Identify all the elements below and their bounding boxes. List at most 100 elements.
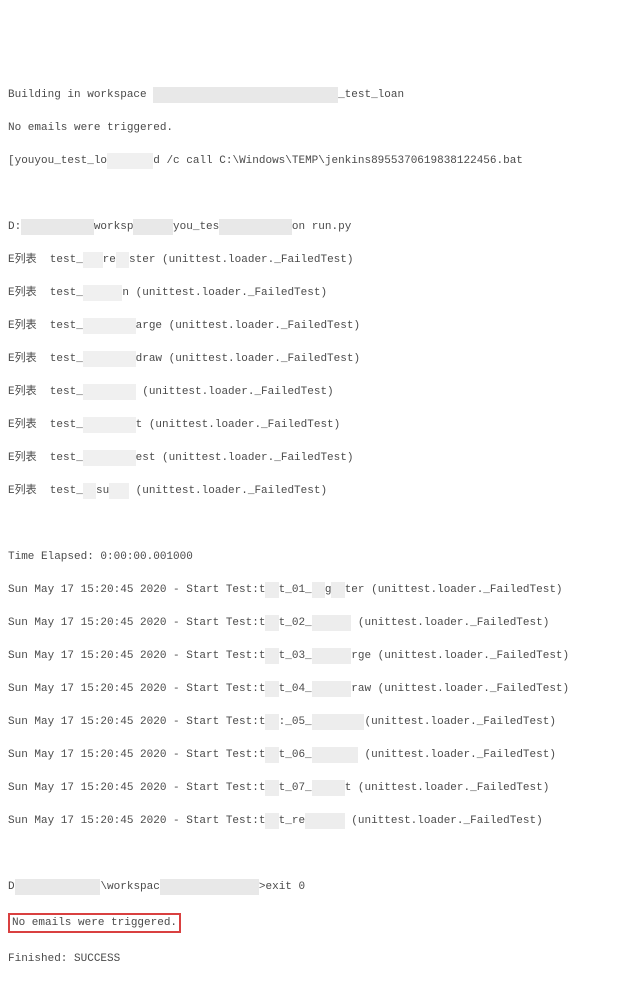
text: Sun May 17 15:20:45 2020 - Start Test:t [8,815,265,827]
text: D [8,881,15,893]
log-line: E列表 test_xxxxxxxxt (unittest.loader._Fai… [8,417,624,434]
text: Finished: SUCCESS [8,953,120,965]
redaction: xxxxxxxxxxxxxxx [160,879,259,896]
log-line: E列表 test_xxxxxxn (unittest.loader._Faile… [8,285,624,302]
redaction: xx [312,582,325,599]
text: E列表 test_ [8,287,83,299]
text: on run.py [292,221,351,233]
text: t_06_ [279,749,312,761]
log-line: Dxxxxxxxxxxxxx\workspacxxxxxxxxxxxxxxx>e… [8,879,624,896]
text: (unittest.loader._FailedTest) [345,815,543,827]
redaction: xx [265,714,278,731]
log-line: E列表 test_xxxrexxster (unittest.loader._F… [8,252,624,269]
log-line: Building in workspace xxxxxxxxxxxxxxxxxx… [8,87,624,104]
redaction: xx [83,483,96,500]
redaction: xxxxxxxx [83,450,136,467]
text: est (unittest.loader._FailedTest) [136,452,354,464]
text: su [96,485,109,497]
redaction: xx [265,747,278,764]
log-line: Sun May 17 15:20:45 2020 - Start Test:tx… [8,582,624,599]
redaction: xxxxxx [83,285,123,302]
text: ster (unittest.loader._FailedTest) [129,254,353,266]
text: Sun May 17 15:20:45 2020 - Start Test:t [8,749,265,761]
log-line: E列表 test_xxxxxxxxest (unittest.loader._F… [8,450,624,467]
text: worksp [94,221,134,233]
text: >exit 0 [259,881,305,893]
text: Sun May 17 15:20:45 2020 - Start Test:t [8,584,265,596]
redaction: xxxxx [312,780,345,797]
text: E列表 test_ [8,386,83,398]
text: E列表 test_ [8,254,83,266]
log-line: No emails were triggered. [8,120,624,137]
text: Sun May 17 15:20:45 2020 - Start Test:t [8,617,265,629]
text: draw (unittest.loader._FailedTest) [136,353,360,365]
text: t_03_ [279,650,312,662]
log-line: Sun May 17 15:20:45 2020 - Start Test:tx… [8,714,624,731]
console-output: Building in workspace xxxxxxxxxxxxxxxxxx… [0,66,632,988]
redaction: xx [265,615,278,632]
redaction: xxxxxxxx [83,384,136,401]
text: (unittest.loader._FailedTest) [136,386,334,398]
redaction: xxx [83,252,103,269]
text: ter (unittest.loader._FailedTest) [345,584,563,596]
log-line [8,516,624,533]
highlighted-text: No emails were triggered. [8,913,181,934]
redaction: xxxxxxxxxxxxx [15,879,101,896]
text: _test_loan [338,89,404,101]
text: t (unittest.loader._FailedTest) [345,782,550,794]
redaction: xx [265,648,278,665]
log-line: Sun May 17 15:20:45 2020 - Start Test:tx… [8,648,624,665]
text: d /c call C:\Windows\TEMP\jenkins8955370… [153,155,523,167]
text: arge (unittest.loader._FailedTest) [136,320,360,332]
redaction: xxxxxxxx [83,351,136,368]
text: Building in workspace [8,89,153,101]
redaction: xxxxxxxxxxxxxxxxxxxxxxxxxxxx [153,87,338,104]
redaction: xxxxxxx [312,747,358,764]
log-line: Sun May 17 15:20:45 2020 - Start Test:tx… [8,747,624,764]
text: E列表 test_ [8,353,83,365]
log-line: E列表 test_xxxxxxxxarge (unittest.loader._… [8,318,624,335]
text: E列表 test_ [8,485,83,497]
redaction: xx [265,813,278,830]
log-line: Sun May 17 15:20:45 2020 - Start Test:tx… [8,813,624,830]
redaction: xxxxxx [133,219,173,236]
redaction: xxxxxxxxxxx [21,219,94,236]
redaction: xxxxxxxx [83,417,136,434]
text: (unittest.loader._FailedTest) [351,617,549,629]
text: Sun May 17 15:20:45 2020 - Start Test:t [8,716,265,728]
redaction: xx [116,252,129,269]
text: Sun May 17 15:20:45 2020 - Start Test:t [8,683,265,695]
redaction: xxx [109,483,129,500]
redaction: xx [331,582,344,599]
text: E列表 test_ [8,452,83,464]
text: Time Elapsed: 0:00:00.001000 [8,551,193,563]
text: :_05_ [279,716,312,728]
text: [youyou_test_lo [8,155,107,167]
log-line: Finished: SUCCESS [8,951,624,968]
redaction: xxxxxx [312,648,352,665]
redaction: xx [265,780,278,797]
text: n (unittest.loader._FailedTest) [122,287,327,299]
text: raw (unittest.loader._FailedTest) [351,683,569,695]
redaction: xx [265,582,278,599]
redaction: xxxxxxxx [83,318,136,335]
text: t_07_ [279,782,312,794]
redaction: xxxxxxxxxxx [219,219,292,236]
redaction: xxxxxx [305,813,345,830]
redaction: xx [265,681,278,698]
text: re [103,254,116,266]
text: t_01_ [279,584,312,596]
log-line: E列表 test_xxsuxxx (unittest.loader._Faile… [8,483,624,500]
text: t_04_ [279,683,312,695]
text: (unittest.loader._FailedTest) [358,749,556,761]
log-line: D:xxxxxxxxxxxworkspxxxxxxyou_tesxxxxxxxx… [8,219,624,236]
text: rge (unittest.loader._FailedTest) [351,650,569,662]
text: (unittest.loader._FailedTest) [129,485,327,497]
text: t_re [279,815,305,827]
redaction: xxxxxx [312,615,352,632]
redaction: xxxxxxxx [312,714,365,731]
log-line: E列表 test_xxxxxxxx (unittest.loader._Fail… [8,384,624,401]
text: t (unittest.loader._FailedTest) [136,419,341,431]
log-line: Sun May 17 15:20:45 2020 - Start Test:tx… [8,780,624,797]
text: E列表 test_ [8,320,83,332]
